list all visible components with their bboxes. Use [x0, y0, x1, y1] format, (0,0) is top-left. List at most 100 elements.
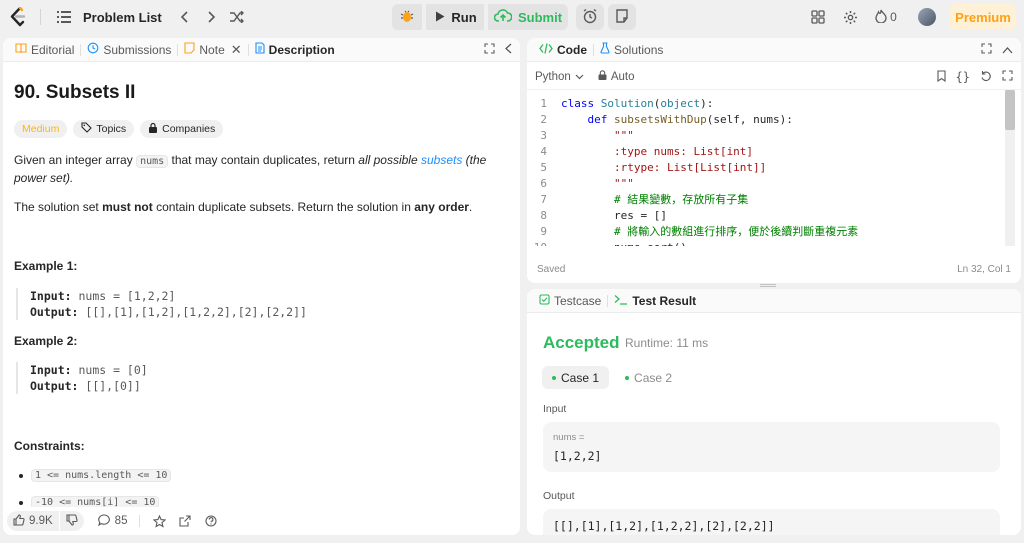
timer-button[interactable]: [576, 4, 604, 30]
line-number: 9: [540, 225, 547, 238]
share-icon[interactable]: [172, 511, 198, 531]
line-number: 5: [540, 161, 547, 174]
description-panel: Editorial Submissions Note ✕ Description…: [3, 38, 520, 535]
collapse-chevron-icon[interactable]: [505, 43, 512, 57]
input-label: Input:: [30, 289, 72, 303]
tab-testcase[interactable]: Testcase: [533, 289, 607, 313]
tab-test-result[interactable]: Test Result: [608, 289, 702, 313]
list-icon[interactable]: [51, 4, 77, 30]
save-status: Saved: [537, 263, 566, 275]
like-button[interactable]: 9.9K: [7, 511, 59, 531]
result-panel: Testcase Test Result Accepted Runtime: 1…: [527, 289, 1021, 535]
code-token: res = []: [561, 209, 667, 222]
code-editor[interactable]: 1 class Solution(object): 2 def subsetsWit…: [527, 96, 1003, 246]
code-token: Solution: [600, 97, 654, 110]
debug-button[interactable]: [392, 4, 422, 30]
difficulty-badge: Medium: [14, 120, 68, 138]
input-value: nums = [1,2,2]: [71, 289, 176, 303]
example-heading: Example 1:: [14, 259, 78, 273]
star-icon[interactable]: [146, 511, 172, 531]
problem-description: Given an integer array nums that may con…: [14, 152, 510, 187]
code-line[interactable]: 9 # 將輸入的數組進行排序，便於後續判斷重複元素: [527, 224, 1003, 240]
note-icon: [184, 42, 195, 57]
close-icon[interactable]: ✕: [231, 42, 242, 58]
code-line[interactable]: 5 :rtype: List[List[int]]: [527, 160, 1003, 176]
case-label: Case 1: [561, 370, 600, 385]
settings-gear-icon[interactable]: [836, 4, 864, 30]
case-label: Case 2: [634, 370, 673, 385]
premium-button[interactable]: Premium: [950, 4, 1016, 30]
book-icon: [15, 42, 27, 57]
comments-button[interactable]: 85: [92, 511, 134, 531]
code-line[interactable]: 3 """: [527, 128, 1003, 144]
auto-mode-toggle[interactable]: Auto: [598, 70, 634, 83]
maximize-icon[interactable]: [981, 43, 992, 57]
checkbox-icon: [539, 293, 550, 308]
companies-badge[interactable]: Companies: [140, 120, 224, 138]
example-2: Input: nums = [0] Output: [[],[0]]: [16, 362, 512, 394]
submit-button[interactable]: Submit: [488, 4, 568, 30]
dislike-button[interactable]: [59, 511, 84, 531]
comment-bubble-icon: [97, 513, 111, 529]
text: The solution set: [14, 200, 103, 214]
bookmark-icon[interactable]: [936, 69, 946, 85]
runtime-text: Runtime: 11 ms: [625, 336, 709, 350]
chevron-right-icon[interactable]: [198, 4, 224, 30]
code-line[interactable]: 6 """: [527, 176, 1003, 192]
panel-resize-handle[interactable]: [760, 284, 776, 287]
constraint-code: 1 <= nums.length <= 10: [31, 469, 172, 482]
reset-icon[interactable]: [980, 70, 992, 85]
streak-counter[interactable]: 0: [868, 4, 904, 30]
tab-note[interactable]: Note ✕: [178, 38, 247, 62]
code-line[interactable]: 2 def subsetsWithDup (self, nums):: [527, 112, 1003, 128]
play-icon: [435, 10, 445, 25]
chevron-down-icon: [575, 71, 584, 83]
code-line[interactable]: 1 class Solution(object):: [527, 96, 1003, 112]
shuffle-icon[interactable]: [224, 4, 250, 30]
code-line[interactable]: 4 :type nums: List[int]: [527, 144, 1003, 160]
tab-submissions[interactable]: Submissions: [81, 38, 177, 62]
case-tab-2[interactable]: Case 2: [615, 366, 682, 389]
tab-editorial[interactable]: Editorial: [9, 38, 80, 62]
editor-scrollbar[interactable]: [1005, 90, 1015, 130]
maximize-icon[interactable]: [484, 43, 495, 57]
subsets-link[interactable]: subsets: [421, 153, 462, 167]
line-number: 7: [540, 193, 547, 206]
flame-icon: [875, 9, 887, 26]
input-box: nums = [1,2,2]: [543, 422, 1000, 472]
collapse-chevron-icon[interactable]: [1002, 43, 1013, 57]
code-line[interactable]: 7 # 結果變數，存放所有子集: [527, 192, 1003, 208]
code-token: # 結果變數，存放所有子集: [561, 193, 749, 206]
constraints-heading: Constraints:: [14, 439, 85, 453]
chevron-left-icon[interactable]: [172, 4, 198, 30]
leetcode-logo-icon[interactable]: [8, 7, 28, 27]
user-avatar[interactable]: [918, 8, 936, 26]
tab-solutions[interactable]: Solutions: [594, 38, 669, 62]
grid-layout-icon[interactable]: [804, 4, 832, 30]
language-select[interactable]: Python: [535, 71, 584, 83]
topics-badge[interactable]: Topics: [73, 120, 135, 138]
example-1: Input: nums = [1,2,2] Output: [[],[1],[1…: [16, 288, 512, 320]
code-token: class: [561, 97, 601, 110]
alarm-clock-icon: [582, 8, 598, 27]
code-line[interactable]: 8 res = []: [527, 208, 1003, 224]
history-icon: [87, 42, 99, 57]
lock-icon: [148, 122, 158, 136]
inline-code: nums: [136, 155, 169, 168]
format-braces-icon[interactable]: {}: [956, 70, 970, 84]
tab-description[interactable]: Description: [249, 38, 341, 62]
output-label: Output:: [30, 305, 79, 319]
emphasis: all possible: [358, 153, 421, 167]
problem-list-link[interactable]: Problem List: [83, 10, 162, 25]
tab-code[interactable]: Code: [533, 38, 593, 62]
line-number: 1: [540, 97, 547, 110]
case-tab-1[interactable]: Case 1: [542, 366, 610, 389]
notes-button[interactable]: [608, 4, 636, 30]
code-icon: [539, 42, 553, 57]
help-icon[interactable]: [198, 511, 224, 531]
editor-status-bar: Saved Ln 32, Col 1: [527, 255, 1021, 283]
fullscreen-icon[interactable]: [1002, 70, 1013, 84]
run-button[interactable]: Run: [426, 4, 484, 30]
output-label: Output: [543, 490, 575, 502]
code-line[interactable]: 10 nums.sort(): [527, 240, 1003, 246]
